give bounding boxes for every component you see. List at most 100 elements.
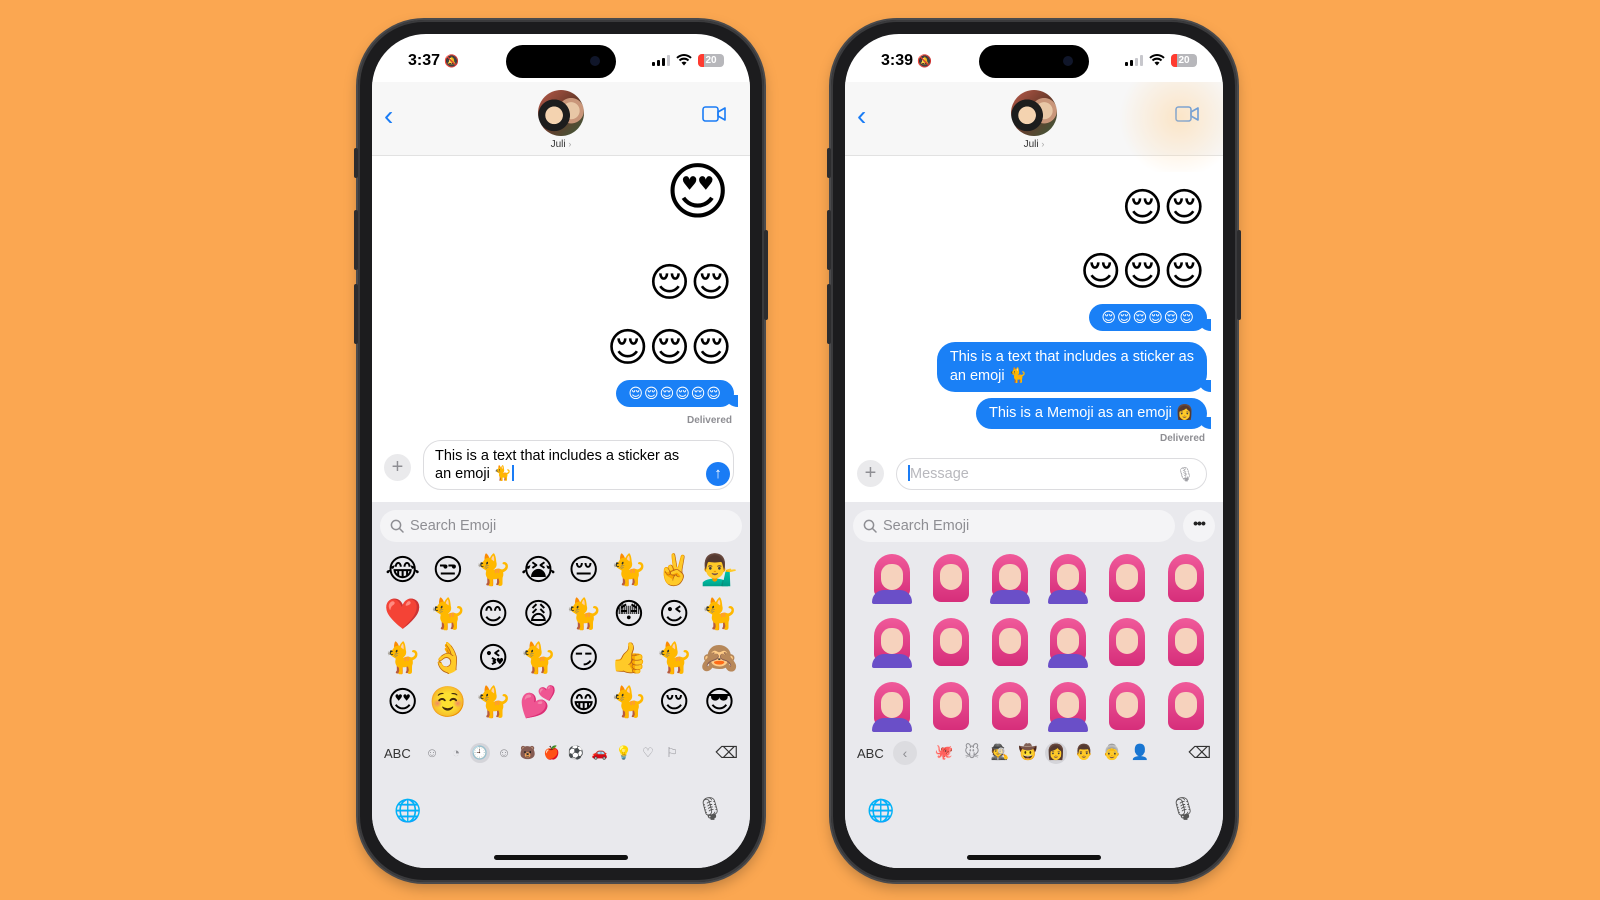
emoji-key[interactable]: 😍 <box>380 688 425 718</box>
emoji-category-tab[interactable]: ◔ <box>446 743 466 763</box>
emoji-category-tab[interactable]: 🚗 <box>590 743 610 763</box>
microphone-icon[interactable]: 🎙 <box>696 796 724 822</box>
contact-avatar[interactable] <box>538 90 584 136</box>
delete-icon[interactable]: ⌫ <box>1188 743 1211 763</box>
emoji-key[interactable]: 🙈 <box>697 644 742 674</box>
send-button[interactable]: ↑ <box>706 462 730 486</box>
search-emoji-input[interactable]: Search Emoji <box>380 510 742 542</box>
emoji-key[interactable]: 😘 <box>471 644 516 674</box>
microphone-icon[interactable]: 🎙 <box>1169 796 1197 822</box>
sticker-category-tab[interactable]: 🐭 <box>961 742 983 764</box>
emoji-key[interactable]: 🐈 <box>606 556 651 586</box>
emoji-key[interactable]: 🐈 <box>606 688 651 718</box>
emoji-category-tab[interactable]: ♡ <box>638 743 658 763</box>
message-bubble[interactable]: 😌😌😌😌😌😌 <box>1089 304 1211 331</box>
emoji-key[interactable]: 👍 <box>606 644 651 674</box>
microphone-icon[interactable]: 🎙 <box>1176 465 1194 483</box>
more-options-button[interactable]: ••• <box>1183 510 1215 542</box>
abc-button[interactable]: ABC <box>857 746 884 761</box>
memoji-sticker[interactable] <box>929 682 973 732</box>
emoji-key[interactable]: 😔 <box>561 556 606 586</box>
emoji-category-tab[interactable]: ⚐ <box>662 743 682 763</box>
emoji-key[interactable]: 🐈 <box>652 644 697 674</box>
emoji-key[interactable]: 🐈 <box>471 556 516 586</box>
emoji-key[interactable]: 👌 <box>425 644 470 674</box>
memoji-sticker[interactable] <box>870 618 914 668</box>
memoji-sticker[interactable] <box>870 682 914 732</box>
memoji-sticker[interactable] <box>1105 554 1149 604</box>
emoji-key[interactable]: 😒 <box>425 556 470 586</box>
emoji-category-tab[interactable]: 🐻 <box>518 743 538 763</box>
chevron-left-icon[interactable]: ‹ <box>893 741 917 765</box>
memoji-sticker[interactable] <box>870 554 914 604</box>
emoji-key[interactable]: 💁‍♂️ <box>697 556 742 586</box>
emoji-key[interactable]: 😩 <box>516 600 561 630</box>
sticker-category-tab[interactable]: 👩 <box>1045 742 1067 764</box>
search-emoji-input[interactable]: Search Emoji <box>853 510 1175 542</box>
emoji-category-tab[interactable]: ⚽ <box>566 743 586 763</box>
emoji-category-tab[interactable]: 🍎 <box>542 743 562 763</box>
emoji-key[interactable]: 🐈 <box>425 600 470 630</box>
memoji-sticker[interactable] <box>1164 554 1208 604</box>
memoji-sticker[interactable] <box>1046 554 1090 604</box>
message-emoji-row[interactable]: 😌😌😌 <box>607 328 732 368</box>
emoji-key[interactable]: 😌 <box>652 688 697 718</box>
emoji-category-tab[interactable]: ☺ <box>494 743 514 763</box>
message-input[interactable]: This is a text that includes a sticker a… <box>423 440 734 490</box>
home-indicator[interactable] <box>967 855 1101 860</box>
emoji-key[interactable]: 😉 <box>652 600 697 630</box>
contact-avatar[interactable] <box>1011 90 1057 136</box>
memoji-sticker[interactable] <box>1164 618 1208 668</box>
emoji-key[interactable]: 🐈 <box>561 600 606 630</box>
sticker-category-tab[interactable]: 👨 <box>1073 742 1095 764</box>
message-bubble[interactable]: This is a Memoji as an emoji 👩 <box>975 398 1212 429</box>
memoji-sticker[interactable] <box>1105 682 1149 732</box>
emoji-key[interactable]: ❤️ <box>380 600 425 630</box>
memoji-sticker[interactable] <box>1046 682 1090 732</box>
emoji-key[interactable]: 🐈 <box>380 644 425 674</box>
sticker-category-tab[interactable]: 🕵 <box>989 742 1011 764</box>
home-indicator[interactable] <box>494 855 628 860</box>
emoji-key[interactable]: 🐈 <box>471 688 516 718</box>
memoji-sticker[interactable] <box>988 554 1032 604</box>
message-bubble[interactable]: 😌😌😌😌😌😌 <box>616 380 738 407</box>
sticker-category-tab[interactable]: 🐙 <box>933 742 955 764</box>
emoji-key[interactable]: 😭 <box>516 556 561 586</box>
message-bubble[interactable]: This is a text that includes a sticker a… <box>936 342 1212 392</box>
emoji-key[interactable]: 😎 <box>697 688 742 718</box>
emoji-key[interactable]: 😂 <box>380 556 425 586</box>
emoji-key[interactable]: 🐈 <box>516 644 561 674</box>
emoji-key[interactable]: 💕 <box>516 688 561 718</box>
memoji-sticker[interactable] <box>1046 618 1090 668</box>
message-emoji-row[interactable]: 😌😌 <box>649 263 732 303</box>
emoji-category-tab[interactable]: ☺ <box>422 743 442 763</box>
abc-button[interactable]: ABC <box>384 746 411 761</box>
message-big-emoji[interactable]: 😍 <box>665 162 730 224</box>
message-emoji-row[interactable]: 😌😌😌 <box>1080 252 1205 292</box>
memoji-sticker[interactable] <box>1164 682 1208 732</box>
delete-icon[interactable]: ⌫ <box>715 743 738 763</box>
emoji-key[interactable]: 😳 <box>606 600 651 630</box>
plus-button[interactable]: + <box>857 460 884 487</box>
chevron-left-icon[interactable]: ‹ <box>857 102 866 130</box>
emoji-key[interactable]: 😊 <box>471 600 516 630</box>
sticker-category-tab[interactable]: 🤠 <box>1017 742 1039 764</box>
memoji-sticker[interactable] <box>1105 618 1149 668</box>
memoji-sticker[interactable] <box>929 618 973 668</box>
emoji-key[interactable]: 😏 <box>561 644 606 674</box>
sticker-category-tab[interactable]: 👵 <box>1101 742 1123 764</box>
plus-button[interactable]: + <box>384 454 411 481</box>
memoji-sticker[interactable] <box>988 682 1032 732</box>
emoji-key[interactable]: 😁 <box>561 688 606 718</box>
video-camera-icon[interactable] <box>1175 106 1199 122</box>
memoji-sticker[interactable] <box>988 618 1032 668</box>
message-emoji-row[interactable]: 😌😌 <box>1122 188 1205 228</box>
emoji-key[interactable]: ✌️ <box>652 556 697 586</box>
sticker-category-tab[interactable]: 👤 <box>1129 742 1151 764</box>
memoji-sticker[interactable] <box>929 554 973 604</box>
emoji-key[interactable]: 🐈 <box>697 600 742 630</box>
chevron-left-icon[interactable]: ‹ <box>384 102 393 130</box>
emoji-category-tab[interactable]: 🕘 <box>470 743 490 763</box>
message-input[interactable]: Message 🎙 <box>896 458 1207 490</box>
emoji-category-tab[interactable]: 💡 <box>614 743 634 763</box>
